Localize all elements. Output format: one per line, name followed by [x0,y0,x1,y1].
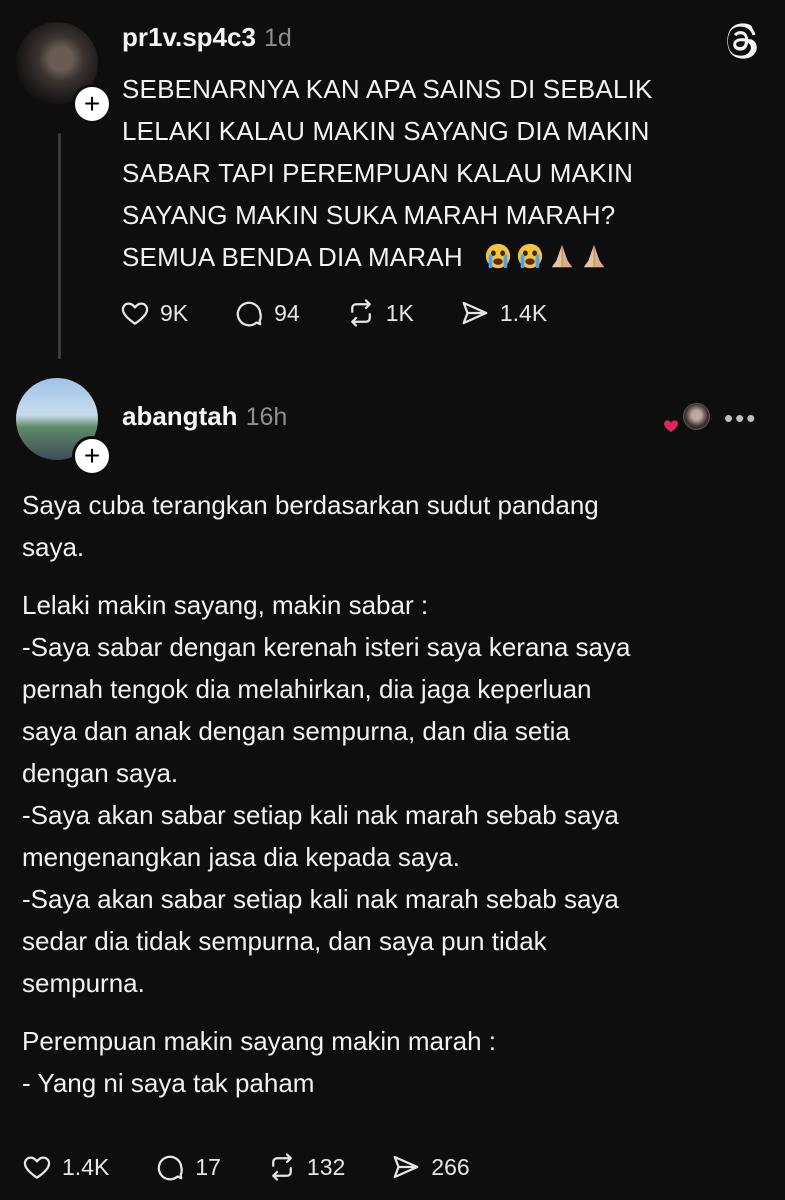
username[interactable]: abangtah 16h [122,401,287,432]
folded-hands-emoji-icon [584,244,605,268]
reply-text-line: -Saya sabar dengan kerenah isteri saya k… [22,632,631,662]
reply-actions: 1.4K 17 132 266 [22,1152,516,1182]
send-icon [462,301,488,325]
crying-face-emoji-icon [486,243,511,269]
reply-text-line: Saya cuba terangkan berdasarkan sudut pa… [22,490,599,520]
thread-connector-line [58,133,61,359]
repost-button[interactable]: 1K [346,298,414,328]
liked-heart-icon [664,420,678,432]
post-actions: 9K 94 1K 1.4K [120,298,593,328]
post-body-text: SEBENARNYA KAN APA SAINS DI SEBALIK LELA… [122,68,742,278]
share-button[interactable]: 266 [391,1152,470,1182]
reply-text-line: sempurna. [22,968,145,998]
paragraph: Perempuan makin sayang makin marah : - Y… [22,1020,762,1104]
post-text-line: LELAKI KALAU MAKIN SAYANG DIA MAKIN [122,116,650,146]
reply-text-line: - Yang ni saya tak paham [22,1068,315,1098]
repost-button[interactable]: 132 [267,1152,345,1182]
repost-icon [350,299,371,327]
heart-icon [121,302,149,325]
like-button[interactable]: 1.4K [22,1152,109,1182]
reply-text-line: Lelaki makin sayang, makin sabar : [22,590,429,620]
post-time: 1d [263,24,292,52]
share-count: 266 [431,1153,470,1180]
reply-text-line: sedar dia tidak sempurna, dan saya pun t… [22,926,547,956]
comment-button[interactable]: 94 [234,298,300,328]
share-button[interactable]: 1.4K [460,298,547,328]
repost-count: 1K [385,299,414,326]
crying-face-emoji-icon [518,243,543,269]
reply-text-line: -Saya akan sabar setiap kali nak marah s… [22,884,619,914]
comment-count: 17 [195,1153,221,1180]
threads-logo-icon [727,23,757,59]
like-count: 1.4K [62,1153,110,1180]
more-options-button[interactable]: ••• [724,403,757,434]
follow-plus-button[interactable]: + [72,84,112,124]
post-text-line-last: SEMUA BENDA DIA MARAH [122,242,463,272]
reply-text-line: pernah tengok dia melahirkan, dia jaga k… [22,674,592,704]
post-text-line: SEMUA BENDA DIA MARAH [122,236,742,278]
follow-plus-button[interactable]: + [72,436,112,476]
username[interactable]: pr1v.sp4c3 1d [122,22,292,53]
like-count: 9K [160,299,189,326]
paragraph: Lelaki makin sayang, makin sabar : -Saya… [22,584,762,1004]
share-count: 1.4K [499,299,548,326]
post-text-line: SABAR TAPI PEREMPUAN KALAU MAKIN [122,158,634,188]
reply-body-text: Saya cuba terangkan berdasarkan sudut pa… [22,484,762,1120]
reply-text-line: dengan saya. [22,758,179,788]
post-text-line: SEBENARNYA KAN APA SAINS DI SEBALIK [122,74,653,104]
send-icon [393,1155,419,1179]
like-button[interactable]: 9K [120,298,188,328]
reply-text-line: Perempuan makin sayang makin marah : [22,1026,497,1056]
reply-text-line: -Saya akan sabar setiap kali nak marah s… [22,800,619,830]
paragraph: Saya cuba terangkan berdasarkan sudut pa… [22,484,762,568]
post-time: 16h [245,403,288,431]
reply-text-line: saya. [22,532,85,562]
liked-by-avatar[interactable] [683,403,710,430]
post-text-line: SAYANG MAKIN SUKA MARAH MARAH? [122,200,616,230]
comment-count: 94 [274,299,300,326]
repost-icon [272,1153,292,1181]
heart-icon [23,1156,51,1179]
comment-button[interactable]: 17 [155,1152,221,1182]
reply-text-line: mengenangkan jasa dia kepada saya. [22,842,460,872]
username-text[interactable]: abangtah [122,401,238,431]
folded-hands-emoji-icon [552,244,573,268]
comment-bubble-icon [236,301,262,327]
repost-count: 132 [306,1153,346,1180]
comment-bubble-icon [158,1155,184,1181]
username-text[interactable]: pr1v.sp4c3 [122,22,256,52]
reply-text-line: saya dan anak dengan sempurna, dan dia s… [22,716,570,746]
post-original: + pr1v.sp4c3 1d SEBENARNYA KAN APA SAINS … [0,0,785,362]
